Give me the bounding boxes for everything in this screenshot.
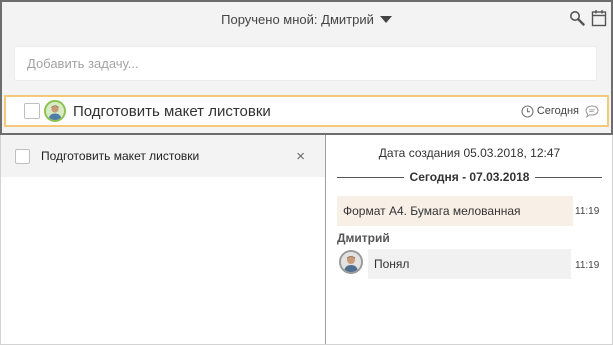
separator-line-left — [337, 176, 404, 178]
task-detail-header: Подготовить макет листовки × — [1, 135, 325, 177]
comment-icon[interactable] — [585, 104, 599, 118]
message-author: Дмитрий — [337, 231, 390, 245]
assigned-filter-label: Поручено мной: Дмитрий — [221, 11, 374, 27]
message-bubble[interactable]: Понял — [368, 249, 571, 279]
day-separator-label: Сегодня - 07.03.2018 — [409, 170, 530, 184]
caret-down-icon — [379, 16, 392, 23]
assignee-avatar — [44, 100, 66, 122]
close-icon[interactable]: × — [296, 149, 305, 164]
clock-icon — [521, 104, 534, 118]
task-row-selected[interactable]: Подготовить макет листовки Сегодня — [4, 95, 609, 127]
task-detail-panel: Подготовить макет листовки × — [1, 135, 326, 344]
message-text: Формат А4. Бумага мелованная — [343, 204, 521, 218]
header-bar: Поручено мной: Дмитрий — [2, 2, 611, 36]
add-task-input[interactable] — [14, 46, 597, 81]
chat-panel: Дата создания 05.03.2018, 12:47 Сегодня … — [327, 135, 612, 344]
message-time: 11:19 — [575, 206, 600, 217]
separator-line-right — [535, 176, 603, 178]
task-list-panel: Поручено мной: Дмитрий Добавить задачу..… — [0, 0, 613, 135]
assigned-filter-dropdown[interactable]: Поручено мной: Дмитрий — [221, 12, 392, 27]
message-bubble[interactable]: Формат А4. Бумага мелованная — [337, 196, 573, 226]
author-avatar — [339, 250, 363, 274]
task-due-label: Сегодня — [536, 105, 579, 117]
message-text: Понял — [374, 257, 410, 271]
detail-task-checkbox[interactable] — [15, 148, 30, 164]
detail-task-title[interactable]: Подготовить макет листовки — [41, 149, 296, 163]
header-tools — [569, 9, 607, 27]
search-icon[interactable] — [569, 10, 585, 26]
task-due: Сегодня — [521, 104, 579, 118]
calendar-icon[interactable] — [591, 9, 607, 27]
creation-date: Дата создания 05.03.2018, 12:47 — [378, 146, 561, 160]
task-title[interactable]: Подготовить макет листовки — [73, 103, 521, 120]
message-time: 11:19 — [575, 260, 600, 271]
task-checkbox[interactable] — [24, 103, 40, 119]
day-separator: Сегодня - 07.03.2018 — [337, 169, 603, 185]
task-detail-area: Подготовить макет листовки × Дата создан… — [0, 135, 613, 345]
